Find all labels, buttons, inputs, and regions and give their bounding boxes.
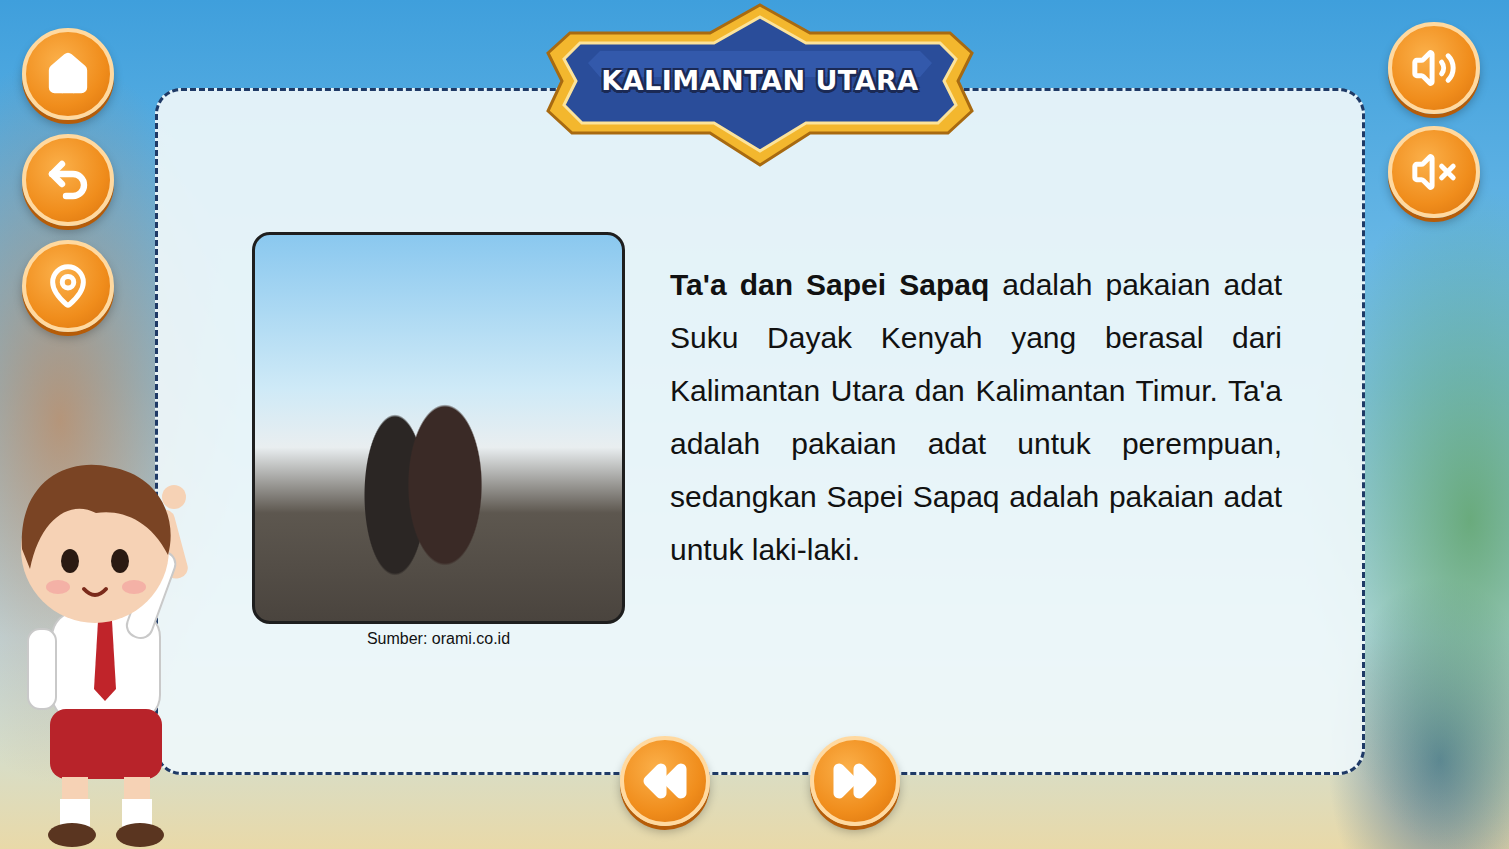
description-text: Ta'a dan Sapei Sapaq adalah pakaian adat… [670,232,1282,576]
map-pin-icon [45,263,91,309]
next-button[interactable] [810,736,900,826]
back-button[interactable] [22,134,114,226]
mute-icon [1411,149,1457,195]
speaker-icon [1411,45,1457,91]
home-button[interactable] [22,28,114,120]
title-banner: KALIMANTAN UTARA [540,3,980,168]
content-panel: KALIMANTAN UTARASumber: orami.co.idTa'a … [155,88,1365,775]
page-title: KALIMANTAN UTARA [601,65,918,96]
main-area: KALIMANTAN UTARA Sumber: orami.co.id Ta'a … [155,0,1365,849]
previous-button[interactable] [620,736,710,826]
content-row: Sumber: orami.co.id Ta'a dan Sapei Sapaq … [158,91,1362,648]
sound-off-button[interactable] [1388,126,1480,218]
back-arrow-icon [44,156,92,204]
term-text: Ta'a dan Sapei Sapaq [670,268,989,301]
map-button[interactable] [22,240,114,332]
rewind-icon [641,757,689,805]
right-toolbar [1365,0,1509,849]
photo-figure: Sumber: orami.co.id [252,232,625,648]
home-icon [45,51,91,97]
fast-forward-icon [831,757,879,805]
page-navigation [158,736,1362,826]
lesson-screen: KALIMANTAN UTARA Sumber: orami.co.id Ta'a … [0,0,1509,849]
costume-photo [252,232,625,624]
student-character-icon [0,439,200,849]
photo-caption: Sumber: orami.co.id [367,630,510,648]
sound-on-button[interactable] [1388,22,1480,114]
